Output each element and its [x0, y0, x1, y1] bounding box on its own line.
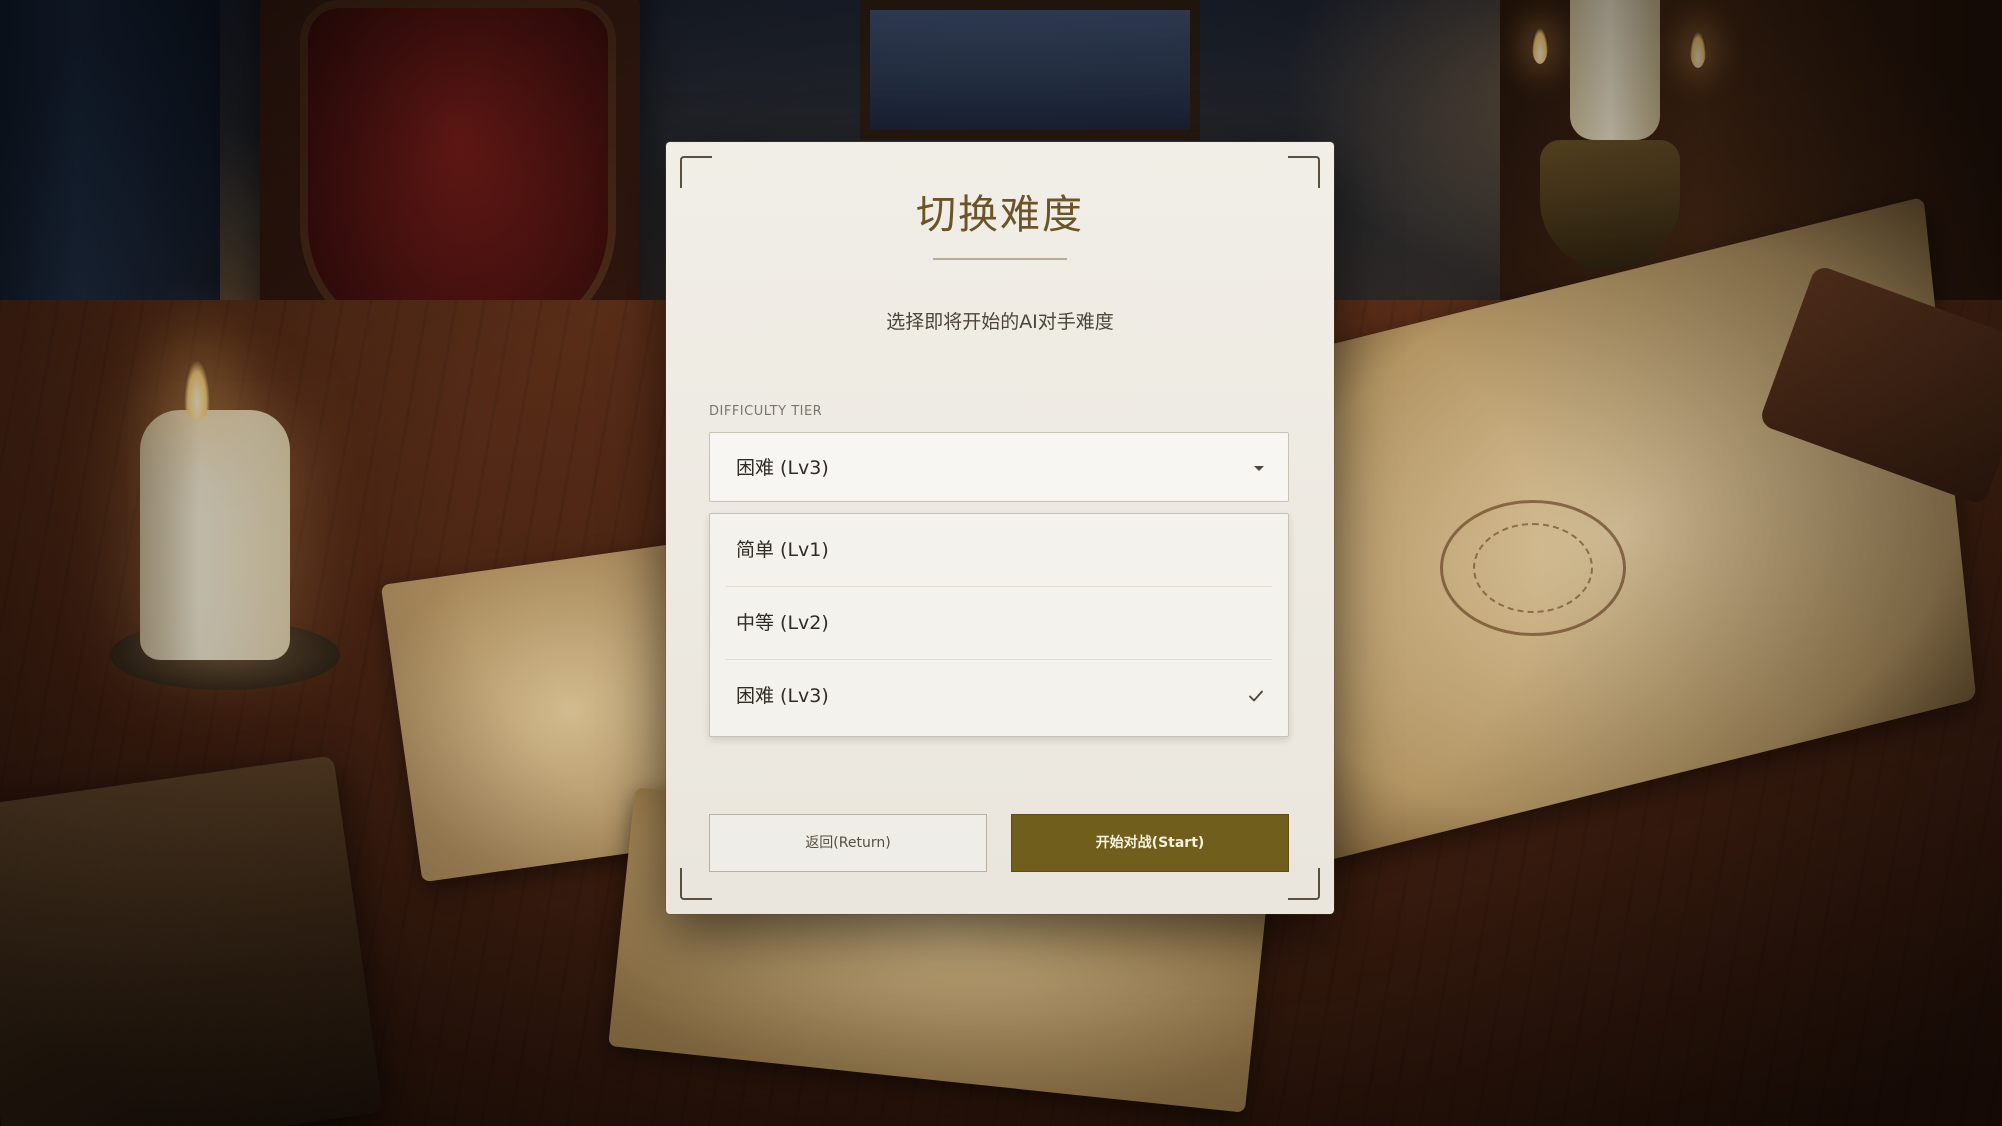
return-button[interactable]: 返回(Return) — [709, 814, 987, 872]
difficulty-field-label: DIFFICULTY TIER — [709, 404, 823, 419]
difficulty-option-lv3[interactable]: 困难 (Lv3) — [710, 660, 1288, 732]
start-button[interactable]: 开始对战(Start) — [1011, 814, 1289, 872]
difficulty-options-list: 简单 (Lv1) 中等 (Lv2) 困难 (Lv3) — [709, 513, 1289, 737]
option-label: 困难 (Lv3) — [736, 685, 829, 707]
caret-down-icon — [1254, 466, 1264, 471]
dialog-subtitle: 选择即将开始的AI对手难度 — [886, 311, 1114, 333]
option-label: 简单 (Lv1) — [736, 539, 829, 561]
difficulty-dialog: 切换难度 选择即将开始的AI对手难度 DIFFICULTY TIER 困难 (L… — [666, 142, 1334, 914]
title-divider — [933, 258, 1067, 260]
dialog-title: 切换难度 — [916, 192, 1084, 238]
difficulty-select[interactable]: 困难 (Lv3) — [709, 432, 1289, 502]
corner-ornament-bottom-left — [680, 868, 712, 900]
check-icon — [1249, 690, 1263, 702]
corner-ornament-bottom-right — [1288, 868, 1320, 900]
difficulty-option-lv2[interactable]: 中等 (Lv2) — [710, 587, 1288, 659]
difficulty-select-value: 困难 (Lv3) — [736, 457, 829, 479]
option-label: 中等 (Lv2) — [736, 612, 829, 634]
difficulty-option-lv1[interactable]: 简单 (Lv1) — [710, 514, 1288, 586]
